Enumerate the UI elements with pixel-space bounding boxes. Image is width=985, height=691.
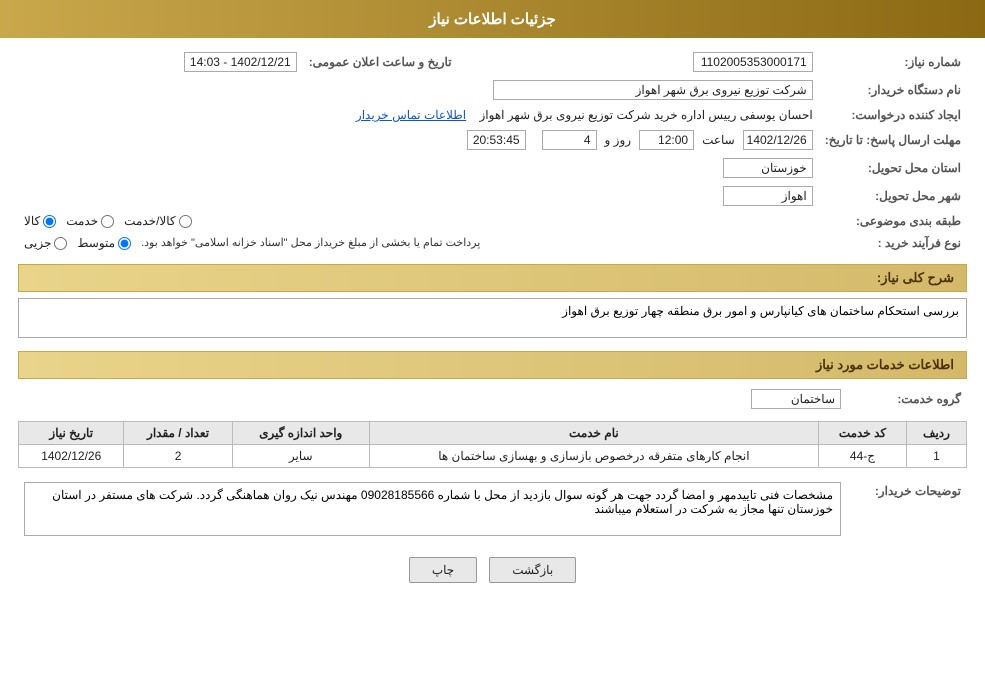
label-announce-datetime: تاریخ و ساعت اعلان عمومی: [303, 48, 458, 76]
value-deadline: 1402/12/26 ساعت 12:00 روز و 4 20:53:45 [18, 126, 819, 154]
radio-medium: متوسط [77, 236, 131, 250]
buyer-notes-textarea[interactable]: مشخصات فنی تاییدمهر و امضا گردد جهت هر گ… [24, 482, 841, 536]
radio-service-label: خدمت [66, 214, 98, 228]
label-day: روز و [605, 133, 632, 147]
need-number-field: 1102005353000171 [693, 52, 813, 72]
th-need-date: تاریخ نیاز [19, 422, 124, 445]
label-buyer-notes: توضیحات خریدار: [847, 478, 967, 543]
radio-goods-input[interactable] [43, 215, 56, 228]
radio-partial: جزیی [24, 236, 67, 250]
radio-partial-input[interactable] [54, 237, 67, 250]
cell-service-code: ج-44 [819, 445, 907, 468]
info-table-top: شماره نیاز: 1102005353000171 تاریخ و ساع… [18, 48, 967, 254]
radio-goods-services-input[interactable] [179, 215, 192, 228]
radio-service-input[interactable] [101, 215, 114, 228]
value-category: کالا/خدمت خدمت کالا [18, 210, 819, 232]
radio-goods-label: کالا [24, 214, 40, 228]
service-group-field: ساختمان [751, 389, 841, 409]
value-purchase-type: پرداخت تمام یا بخشی از مبلغ خریداز محل "… [18, 232, 819, 254]
page-wrapper: جزئیات اطلاعات نیاز شماره نیاز: 11020053… [0, 0, 985, 691]
th-service-code: کد خدمت [819, 422, 907, 445]
label-province: استان محل تحویل: [819, 154, 967, 182]
province-field: خوزستان [723, 158, 813, 178]
radio-medium-label: متوسط [77, 236, 115, 250]
label-time: ساعت [702, 133, 735, 147]
radio-partial-label: جزیی [24, 236, 51, 250]
deadline-time-field: 12:00 [639, 130, 694, 150]
deadline-date-field: 1402/12/26 [743, 130, 813, 150]
value-province: خوزستان [18, 154, 819, 182]
th-quantity: تعداد / مقدار [124, 422, 232, 445]
th-service-name: نام خدمت [369, 422, 818, 445]
back-button[interactable]: بازگشت [489, 557, 576, 583]
deadline-days-field: 4 [542, 130, 597, 150]
radio-service: خدمت [66, 214, 114, 228]
value-buyer-org: شرکت توزیع نیروی برق شهر اهواز [18, 76, 819, 104]
page-title: جزئیات اطلاعات نیاز [429, 11, 556, 28]
th-row-number: ردیف [906, 422, 966, 445]
value-service-group: ساختمان [18, 385, 847, 413]
value-requester: احسان یوسفی رییس اداره خرید شرکت توزیع ن… [18, 104, 819, 126]
section-need-description: شرح کلی نیاز: [18, 264, 967, 292]
main-content: شماره نیاز: 1102005353000171 تاریخ و ساع… [0, 38, 985, 603]
buyer-notes-table: توضیحات خریدار: مشخصات فنی تاییدمهر و ام… [18, 478, 967, 543]
need-description-container: بررسی استحکام ساختمان های کیانپارس و امو… [18, 298, 967, 341]
radio-goods: کالا [24, 214, 56, 228]
label-deadline: مهلت ارسال پاسخ: تا تاریخ: [819, 126, 967, 154]
cell-service-name: انجام کارهای متفرقه درخصوص بازسازی و بهس… [369, 445, 818, 468]
label-purchase-type: نوع فرآیند خرید : [819, 232, 967, 254]
radio-goods-services: کالا/خدمت [124, 214, 191, 228]
contact-link[interactable]: اطلاعات تماس خریدار [356, 108, 466, 122]
label-service-group: گروه خدمت: [847, 385, 967, 413]
cell-unit: سایر [232, 445, 369, 468]
label-requester: ایجاد کننده درخواست: [819, 104, 967, 126]
purchase-type-note: پرداخت تمام یا بخشی از مبلغ خریداز محل "… [141, 237, 480, 249]
section-service-info: اطلاعات خدمات مورد نیاز [18, 351, 967, 379]
deadline-remaining-field: 20:53:45 [467, 130, 526, 150]
radio-goods-services-label: کالا/خدمت [124, 214, 175, 228]
value-announce-datetime: 1402/12/21 - 14:03 [18, 48, 303, 76]
cell-row-num: 1 [906, 445, 966, 468]
requester-name: احسان یوسفی رییس اداره خرید شرکت توزیع ن… [479, 108, 812, 122]
table-row: 1 ج-44 انجام کارهای متفرقه درخصوص بازساز… [19, 445, 967, 468]
th-unit: واحد اندازه گیری [232, 422, 369, 445]
cell-need-date: 1402/12/26 [19, 445, 124, 468]
button-row: بازگشت چاپ [18, 557, 967, 583]
label-need-number: شماره نیاز: [819, 48, 967, 76]
label-category: طبقه بندی موضوعی: [819, 210, 967, 232]
value-city: اهواز [18, 182, 819, 210]
cell-quantity: 2 [124, 445, 232, 468]
label-city: شهر محل تحویل: [819, 182, 967, 210]
need-details-table: ردیف کد خدمت نام خدمت واحد اندازه گیری ت… [18, 421, 967, 468]
label-buyer-org: نام دستگاه خریدار: [819, 76, 967, 104]
page-header: جزئیات اطلاعات نیاز [0, 0, 985, 38]
city-field: اهواز [723, 186, 813, 206]
service-group-table: گروه خدمت: ساختمان [18, 385, 967, 413]
value-buyer-notes: مشخصات فنی تاییدمهر و امضا گردد جهت هر گ… [18, 478, 847, 543]
radio-medium-input[interactable] [118, 237, 131, 250]
print-button[interactable]: چاپ [409, 557, 477, 583]
announce-datetime-field: 1402/12/21 - 14:03 [184, 52, 297, 72]
need-description-textarea[interactable]: بررسی استحکام ساختمان های کیانپارس و امو… [18, 298, 967, 338]
value-need-number: 1102005353000171 [518, 48, 819, 76]
buyer-org-field: شرکت توزیع نیروی برق شهر اهواز [493, 80, 813, 100]
